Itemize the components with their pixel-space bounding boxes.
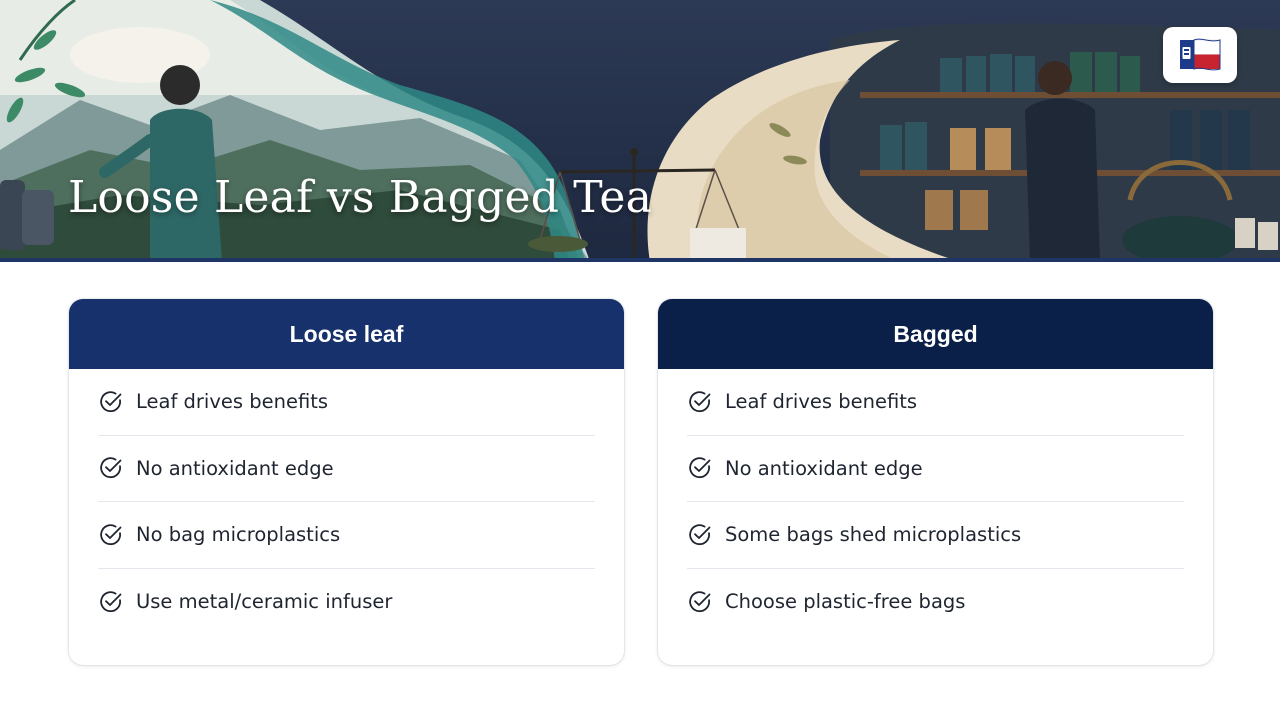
check-circle-icon	[689, 457, 711, 479]
list-item: Choose plastic-free bags	[687, 569, 1184, 636]
check-circle-icon	[689, 524, 711, 545]
bagged-list: Leaf drives benefits No antioxidant edge…	[658, 369, 1213, 635]
list-item: Use metal/ceramic infuser	[98, 569, 595, 636]
banner-divider	[0, 258, 1280, 262]
card-header-loose-leaf: Loose leaf	[69, 299, 624, 369]
loose-leaf-list: Leaf drives benefits No antioxidant edge…	[69, 369, 624, 635]
list-item-text: Leaf drives benefits	[725, 390, 918, 414]
check-circle-icon	[100, 524, 122, 545]
list-item-text: Some bags shed microplastics	[725, 523, 1022, 547]
list-item-text: Choose plastic-free bags	[725, 590, 966, 614]
list-item: No antioxidant edge	[687, 436, 1184, 502]
page-title: Loose Leaf vs Bagged Tea	[68, 172, 653, 223]
list-item-text: No bag microplastics	[136, 523, 341, 547]
card-header-bagged: Bagged	[658, 299, 1213, 369]
list-item: Leaf drives benefits	[687, 369, 1184, 436]
check-circle-icon	[100, 391, 122, 412]
loose-leaf-card: Loose leaf Leaf drives benefits No antio…	[69, 299, 624, 665]
check-circle-icon	[100, 457, 122, 479]
check-circle-icon	[100, 591, 122, 612]
list-item-text: No antioxidant edge	[136, 456, 334, 480]
list-item: No bag microplastics	[98, 502, 595, 569]
list-item-text: Use metal/ceramic infuser	[136, 590, 393, 614]
bagged-card: Bagged Leaf drives benefits No antioxida…	[658, 299, 1213, 665]
header-banner: Loose Leaf vs Bagged Tea	[0, 0, 1280, 262]
flag-logo-icon	[1180, 38, 1221, 71]
check-circle-icon	[689, 591, 711, 612]
check-circle-icon	[689, 391, 711, 412]
brand-logo[interactable]	[1163, 27, 1237, 83]
list-item-text: Leaf drives benefits	[136, 390, 329, 414]
list-item: No antioxidant edge	[98, 436, 595, 502]
list-item: Leaf drives benefits	[98, 369, 595, 436]
list-item: Some bags shed microplastics	[687, 502, 1184, 569]
list-item-text: No antioxidant edge	[725, 456, 923, 480]
